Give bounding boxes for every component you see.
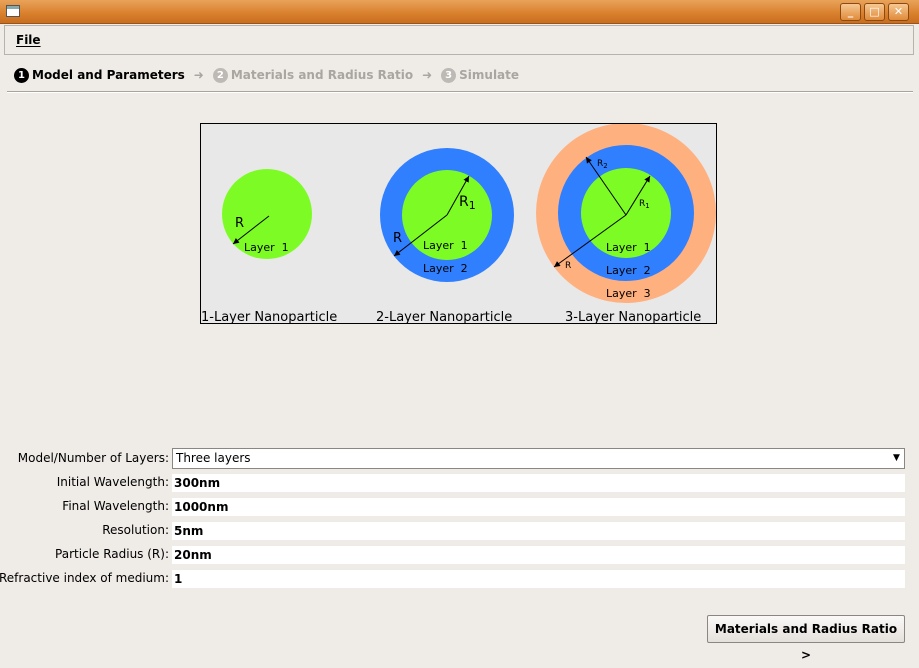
initial-wavelength-field[interactable]: 300nm — [172, 474, 905, 492]
menu-file[interactable]: File — [16, 33, 41, 47]
initial-wavelength-label: Initial Wavelength: — [56, 475, 169, 489]
particle-radius-label: Particle Radius (R): — [55, 547, 169, 561]
refractive-index-row: Refractive index of medium: 1 — [0, 570, 919, 588]
caption-2-layer: 2-Layer Nanoparticle — [376, 310, 512, 324]
window-icon — [6, 5, 20, 17]
step-label: Materials and Radius Ratio — [230, 68, 414, 82]
two-layer-particle: R1 R Layer 1 Layer 2 2-Layer Nanoparticl… — [376, 148, 514, 324]
chevron-down-icon[interactable]: ▼ — [890, 451, 903, 466]
step-number-icon: 1 — [14, 67, 29, 83]
arrow-right-icon: ➜ — [422, 68, 433, 82]
radius-label: R — [235, 216, 244, 231]
wizard-steps: 1 Model and Parameters ➜ 2 Materials and… — [14, 66, 519, 84]
nanoparticle-diagram-svg: R Layer 1 1-Layer Nanoparticle R1 R Laye… — [201, 124, 716, 324]
caption-3-layer: 3-Layer Nanoparticle — [565, 310, 701, 324]
step-label: Simulate — [459, 68, 520, 82]
three-layer-particle: R1 R2 R Layer 1 Layer 2 Layer 3 3-Layer … — [536, 124, 716, 324]
step-model-parameters[interactable]: 1 Model and Parameters — [14, 67, 185, 83]
nanoparticle-diagram: R Layer 1 1-Layer Nanoparticle R1 R Laye… — [200, 123, 717, 324]
one-layer-particle: R Layer 1 1-Layer Nanoparticle — [201, 169, 337, 324]
model-select[interactable]: Three layers ▼ — [172, 448, 905, 469]
layer2-label: Layer 2 — [423, 262, 468, 275]
step-simulate[interactable]: 3 Simulate — [441, 67, 520, 83]
refractive-index-label: Refractive index of medium: — [0, 571, 169, 585]
layer2-label: Layer 2 — [606, 264, 651, 277]
layer3-label: Layer 3 — [606, 287, 651, 300]
maximize-button[interactable]: □ — [864, 3, 885, 21]
step-label: Model and Parameters — [32, 68, 185, 82]
model-label: Model/Number of Layers: — [17, 451, 169, 465]
layer1-label: Layer 1 — [606, 241, 651, 254]
separator — [7, 91, 913, 93]
next-materials-button[interactable]: Materials and Radius Ratio > — [707, 615, 905, 662]
close-button[interactable]: ✕ — [888, 3, 909, 21]
final-wavelength-field[interactable]: 1000nm — [172, 498, 905, 516]
step-materials-radius-ratio[interactable]: 2 Materials and Radius Ratio — [212, 67, 414, 83]
model-select-value: Three layers — [176, 451, 251, 465]
resolution-row: Resolution: 5nm — [0, 522, 919, 540]
final-wavelength-row: Final Wavelength: 1000nm — [0, 498, 919, 516]
arrow-right-icon: ➜ — [193, 68, 204, 82]
layer1-label: Layer 1 — [244, 241, 289, 254]
radius-label: R — [393, 231, 402, 246]
radius-label: R — [565, 261, 571, 271]
caption-1-layer: 1-Layer Nanoparticle — [201, 310, 337, 324]
menu-bar: File — [4, 25, 914, 55]
step-number-icon: 2 — [212, 67, 228, 83]
minimize-button[interactable]: _ — [840, 3, 861, 21]
refractive-index-field[interactable]: 1 — [172, 570, 905, 588]
resolution-field[interactable]: 5nm — [172, 522, 905, 540]
particle-radius-row: Particle Radius (R): 20nm — [0, 546, 919, 564]
step-number-icon: 3 — [441, 67, 457, 83]
title-bar: _ □ ✕ — [0, 0, 919, 24]
particle-radius-field[interactable]: 20nm — [172, 546, 905, 564]
resolution-label: Resolution: — [102, 523, 169, 537]
layer1-label: Layer 1 — [423, 239, 468, 252]
initial-wavelength-row: Initial Wavelength: 300nm — [0, 474, 919, 492]
final-wavelength-label: Final Wavelength: — [62, 499, 169, 513]
